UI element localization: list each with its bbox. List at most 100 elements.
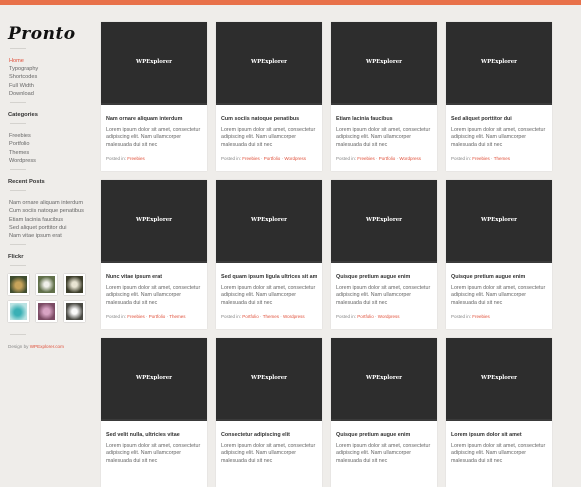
post-thumbnail[interactable]: WPExplorer [331, 338, 437, 421]
category-link[interactable]: Themes [8, 149, 90, 157]
meta-prefix: Posted in: [106, 313, 127, 319]
sidebar: Pronto Home Typography Shortcodes Full W… [8, 24, 90, 352]
post-thumbnail[interactable]: WPExplorer [101, 180, 207, 263]
meta-prefix: Posted in: [451, 155, 472, 161]
post-thumbnail[interactable]: WPExplorer [331, 180, 437, 263]
category-link[interactable]: Freebies [242, 156, 260, 161]
category-link[interactable]: Themes [263, 314, 279, 319]
post-title[interactable]: Cum sociis natoque penatibus [221, 116, 317, 122]
meta-prefix: Posted in: [221, 313, 242, 319]
recent-post-link[interactable]: Nam ornare aliquam interdum [8, 199, 90, 207]
credit-link[interactable]: WPExplorer.com [30, 344, 64, 349]
white-flower-photo-thumbnail[interactable] [64, 301, 85, 323]
post-thumbnail[interactable]: WPExplorer [101, 338, 207, 421]
post-thumbnail[interactable]: WPExplorer [446, 338, 552, 421]
post-card: WPExplorer Consectetur adipiscing elit Lor… [216, 338, 322, 487]
post-card: WPExplorer Sed quam ipsum ligula ultrices… [216, 180, 322, 329]
post-title[interactable]: Lorem ipsum dolor sit amet [451, 432, 547, 438]
post-title[interactable]: Quisque pretium augue enim [336, 432, 432, 438]
post-meta: Posted in: Freebies · Portfolio · Themes [106, 314, 202, 319]
teal-flower-photo-thumbnail[interactable] [8, 301, 29, 323]
category-link[interactable]: Wordpress [8, 157, 90, 165]
post-card: WPExplorer Nam ornare aliquam interdum Lor… [101, 22, 207, 171]
plant-photo-thumbnail[interactable] [8, 274, 29, 296]
flickr-grid [8, 274, 90, 323]
post-excerpt: Lorem ipsum dolor sit amet, consectetur … [106, 127, 201, 148]
meta-prefix: Posted in: [336, 155, 357, 161]
thumbnail-label: WPExplorer [251, 375, 287, 381]
category-link[interactable]: Portfolio [357, 314, 374, 319]
pink-flower-photo-thumbnail[interactable] [36, 301, 57, 323]
thumbnail-label: WPExplorer [136, 375, 172, 381]
category-link[interactable]: Themes [494, 156, 510, 161]
post-title[interactable]: Quisque pretium augue enim [336, 274, 432, 280]
post-thumbnail[interactable]: WPExplorer [216, 180, 322, 263]
divider [10, 102, 26, 104]
thumbnail-label: WPExplorer [366, 59, 402, 65]
post-card: WPExplorer Etiam lacinia faucibus Lorem ip… [331, 22, 437, 171]
main-nav: Home Typography Shortcodes Full Width Do… [8, 57, 90, 98]
category-link[interactable]: Freebies [472, 156, 490, 161]
post-title[interactable]: Nunc vitae ipsum erat [106, 274, 202, 280]
category-link[interactable]: Wordpress [283, 314, 305, 319]
post-excerpt: Lorem ipsum dolor sit amet, consectetur … [106, 285, 201, 306]
category-link[interactable]: Wordpress [378, 314, 400, 319]
post-thumbnail[interactable]: WPExplorer [446, 22, 552, 105]
category-link[interactable]: Wordpress [284, 156, 306, 161]
post-title[interactable]: Consectetur adipiscing elit [221, 432, 317, 438]
post-thumbnail[interactable]: WPExplorer [101, 22, 207, 105]
meta-prefix: Posted in: [106, 155, 127, 161]
nav-item-shortcodes[interactable]: Shortcodes [8, 73, 90, 81]
recent-post-link[interactable]: Sed aliquet porttitor dui [8, 224, 90, 232]
recent-post-link[interactable]: Etiam lacinia faucibus [8, 216, 90, 224]
category-link[interactable]: Wordpress [399, 156, 421, 161]
post-excerpt: Lorem ipsum dolor sit amet, consectetur … [106, 443, 201, 464]
post-title[interactable]: Quisque pretium augue enim [451, 274, 547, 280]
post-thumbnail[interactable]: WPExplorer [216, 338, 322, 421]
recent-post-link[interactable]: Cum sociis natoque penatibus [8, 207, 90, 215]
category-link[interactable]: Portfolio [379, 156, 396, 161]
post-card: WPExplorer Quisque pretium augue enim Lore… [331, 338, 437, 487]
divider [10, 123, 26, 125]
category-link[interactable]: Freebies [8, 132, 90, 140]
nav-item-full-width[interactable]: Full Width [8, 82, 90, 90]
nav-item-download[interactable]: Download [8, 90, 90, 98]
category-link[interactable]: Portfolio [264, 156, 281, 161]
recent-posts-title: Recent Posts [8, 179, 45, 186]
thumbnail-label: WPExplorer [366, 375, 402, 381]
footer-credit: Design by WPExplorer.com [8, 343, 90, 351]
category-link[interactable]: Themes [169, 314, 185, 319]
category-link[interactable]: Freebies [127, 156, 145, 161]
shell-photo-thumbnail[interactable] [64, 274, 85, 296]
post-card: WPExplorer Sed aliquet porttitor dui Lorem… [446, 22, 552, 171]
category-link[interactable]: Freebies [127, 314, 145, 319]
post-meta: Posted in: Freebies · Themes [451, 156, 547, 161]
flower-photo-thumbnail[interactable] [36, 274, 57, 296]
divider [10, 265, 26, 267]
category-link[interactable]: Freebies [472, 314, 490, 319]
post-title[interactable]: Etiam lacinia faucibus [336, 116, 432, 122]
flickr-title: Flickr [8, 254, 24, 261]
post-thumbnail[interactable]: WPExplorer [216, 22, 322, 105]
thumbnail-label: WPExplorer [366, 217, 402, 223]
category-link[interactable]: Portfolio [8, 140, 90, 148]
recent-post-link[interactable]: Nam vitae ipsum erat [8, 232, 90, 240]
site-logo[interactable]: Pronto [8, 24, 90, 44]
post-thumbnail[interactable]: WPExplorer [331, 22, 437, 105]
category-link[interactable]: Freebies [357, 156, 375, 161]
nav-item-home[interactable]: Home [8, 57, 90, 65]
post-meta: Posted in: Freebies [451, 314, 547, 319]
post-title[interactable]: Nam ornare aliquam interdum [106, 116, 202, 122]
post-card: WPExplorer Cum sociis natoque penatibus Lo… [216, 22, 322, 171]
categories-title: Categories [8, 112, 38, 119]
recent-posts-list: Nam ornare aliquam interdum Cum sociis n… [8, 199, 90, 240]
category-link[interactable]: Portfolio [149, 314, 166, 319]
credit-prefix: Design by [8, 344, 29, 350]
post-title[interactable]: Sed aliquet porttitor dui [451, 116, 547, 122]
post-thumbnail[interactable]: WPExplorer [446, 180, 552, 263]
top-accent-bar [0, 0, 581, 5]
post-title[interactable]: Sed quam ipsum ligula ultrices sit amet [221, 274, 317, 280]
post-title[interactable]: Sed velit nulla, ultricies vitae [106, 432, 202, 438]
nav-item-typography[interactable]: Typography [8, 65, 90, 73]
category-link[interactable]: Portfolio [242, 314, 259, 319]
